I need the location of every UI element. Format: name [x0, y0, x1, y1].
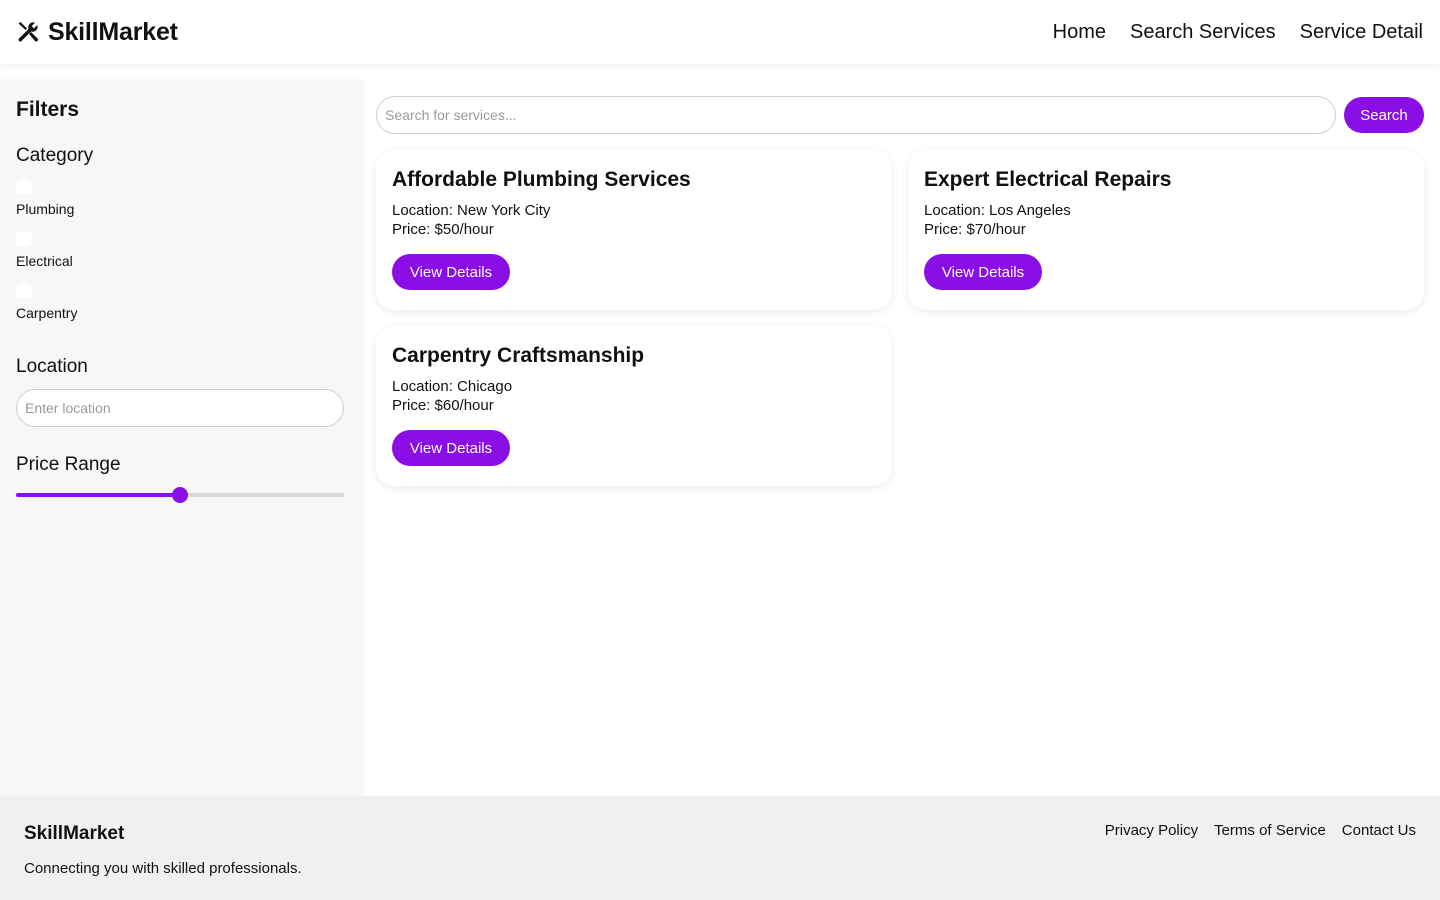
service-title: Expert Electrical Repairs [924, 168, 1172, 191]
view-details-button[interactable]: View Details [924, 254, 1042, 290]
brand-name: SkillMarket [48, 17, 178, 46]
site-footer: SkillMarket Connecting you with skilled … [0, 796, 1440, 900]
service-card: Carpentry Craftsmanship Location: Chicag… [376, 326, 892, 486]
privacy-policy-link[interactable]: Privacy Policy [1105, 822, 1198, 839]
nav-home[interactable]: Home [1053, 21, 1106, 44]
nav-search-services[interactable]: Search Services [1130, 21, 1276, 44]
brand[interactable]: SkillMarket [16, 18, 178, 47]
view-details-button[interactable]: View Details [392, 430, 510, 466]
carpentry-checkbox[interactable] [16, 283, 32, 299]
filters-sidebar: Filters Category Plumbing Electrical Car… [0, 80, 360, 796]
contact-us-link[interactable]: Contact Us [1342, 822, 1416, 839]
location-input[interactable] [16, 389, 344, 427]
service-location: Location: New York City [392, 202, 551, 219]
category-item-electrical: Electrical [16, 231, 344, 283]
service-price: Price: $50/hour [392, 221, 494, 238]
service-location: Location: Los Angeles [924, 202, 1071, 219]
service-title: Affordable Plumbing Services [392, 168, 691, 191]
footer-tagline: Connecting you with skilled professional… [24, 860, 302, 877]
slider-thumb[interactable] [172, 487, 188, 503]
main-content: Search Affordable Plumbing Services Loca… [376, 96, 1424, 486]
terms-of-service-link[interactable]: Terms of Service [1214, 822, 1326, 839]
slider-fill [16, 493, 180, 497]
price-range-title: Price Range [16, 454, 121, 475]
plumbing-checkbox[interactable] [16, 179, 32, 195]
filters-title: Filters [16, 98, 80, 121]
category-label: Plumbing [16, 201, 75, 217]
main-nav: Home Search Services Service Detail [1053, 21, 1423, 44]
tools-icon [16, 20, 40, 44]
electrical-checkbox[interactable] [16, 231, 32, 247]
category-label: Electrical [16, 253, 73, 269]
location-title: Location [16, 356, 88, 377]
category-label: Carpentry [16, 305, 78, 321]
search-input[interactable] [376, 96, 1336, 134]
view-details-button[interactable]: View Details [392, 254, 510, 290]
service-results: Affordable Plumbing Services Location: N… [376, 150, 1424, 486]
service-location: Location: Chicago [392, 378, 513, 395]
nav-service-detail[interactable]: Service Detail [1300, 21, 1423, 44]
search-bar: Search [376, 96, 1424, 134]
category-item-plumbing: Plumbing [16, 179, 344, 231]
category-item-carpentry: Carpentry [16, 283, 344, 335]
service-card: Affordable Plumbing Services Location: N… [376, 150, 892, 310]
category-title: Category [16, 145, 94, 166]
site-header: SkillMarket Home Search Services Service… [0, 0, 1440, 64]
category-list: Plumbing Electrical Carpentry [16, 179, 344, 335]
service-card: Expert Electrical Repairs Location: Los … [908, 150, 1424, 310]
service-title: Carpentry Craftsmanship [392, 344, 645, 367]
footer-links: Privacy Policy Terms of Service Contact … [1105, 822, 1416, 839]
price-range-slider[interactable] [16, 487, 344, 503]
service-price: Price: $60/hour [392, 397, 494, 414]
search-button[interactable]: Search [1344, 97, 1424, 133]
service-price: Price: $70/hour [924, 221, 1026, 238]
